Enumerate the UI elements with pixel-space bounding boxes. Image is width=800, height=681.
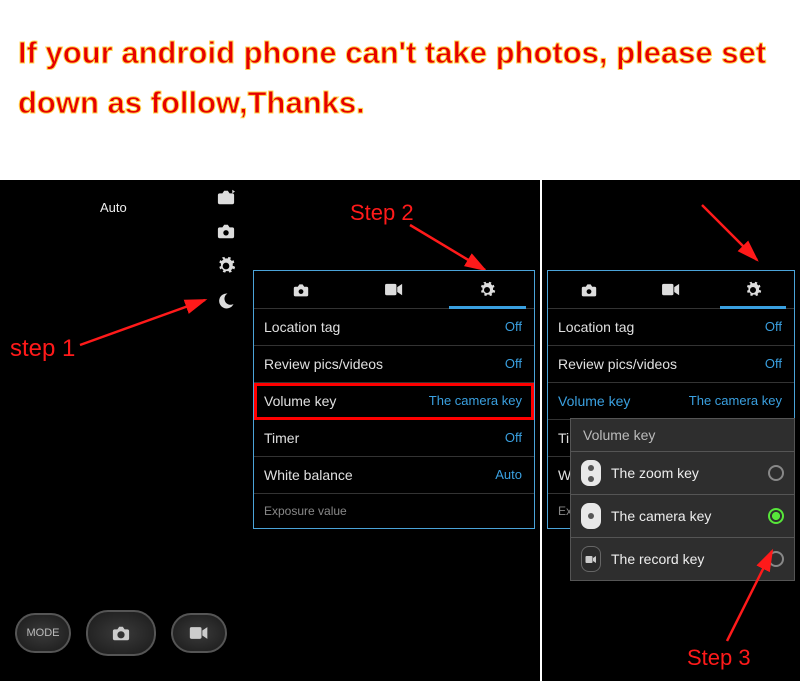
tab-video[interactable] <box>630 271 712 308</box>
value: Off <box>765 319 782 335</box>
option-record-key[interactable]: The record key <box>571 537 794 580</box>
row-volume-key[interactable]: Volume key The camera key <box>254 383 534 420</box>
step2-label: Step 2 <box>350 200 414 226</box>
label: Volume key <box>264 393 336 409</box>
option-zoom-key[interactable]: The zoom key <box>571 451 794 494</box>
tab-camera[interactable] <box>548 271 630 308</box>
step2b-arrow <box>697 200 777 270</box>
screens-container: Auto step 1 MODE Step 2 <box>0 180 800 681</box>
auto-mode-label: Auto <box>100 200 127 215</box>
row-review[interactable]: Review pics/videos Off <box>548 346 794 383</box>
row-white-balance[interactable]: White balance Auto <box>254 457 534 494</box>
popup-title: Volume key <box>571 419 794 451</box>
value: Off <box>505 356 522 372</box>
camera-side-icons <box>215 188 237 310</box>
tab-video[interactable] <box>347 271 440 308</box>
camera-key-icon <box>581 503 601 529</box>
row-review[interactable]: Review pics/videos Off <box>254 346 534 383</box>
label: White balance <box>264 467 353 483</box>
bottom-controls: MODE <box>15 610 227 656</box>
label: Timer <box>264 430 299 446</box>
row-location-tag[interactable]: Location tag Off <box>548 309 794 346</box>
value: Auto <box>495 467 522 483</box>
label: Review pics/videos <box>264 356 383 372</box>
camera-tab-icon <box>579 282 599 298</box>
settings-tabs-right <box>548 271 794 309</box>
screen-step2: Step 2 Location tag Off Review pics/video… <box>265 180 540 681</box>
gear-tab-icon <box>478 281 496 299</box>
settings-tabs <box>254 271 534 309</box>
video-tab-icon <box>384 283 404 296</box>
gear-icon[interactable] <box>216 256 236 276</box>
row-exposure[interactable]: Exposure value <box>254 494 534 528</box>
tab-settings[interactable] <box>441 271 534 308</box>
video-tab-icon <box>661 283 681 296</box>
label: Volume key <box>558 393 630 409</box>
camera-icon <box>110 624 132 642</box>
switch-camera-icon[interactable] <box>215 188 237 206</box>
gear-tab-icon <box>744 281 762 299</box>
option-label: The record key <box>611 551 704 567</box>
zoom-key-icon <box>581 460 601 486</box>
step1-arrow <box>75 295 215 355</box>
row-timer[interactable]: Timer Off <box>254 420 534 457</box>
label: Location tag <box>264 319 340 335</box>
label: Exposure value <box>264 504 347 518</box>
radio-unchecked <box>768 465 784 481</box>
label: Review pics/videos <box>558 356 677 372</box>
record-key-icon <box>581 546 601 572</box>
row-location-tag[interactable]: Location tag Off <box>254 309 534 346</box>
step1-label: step 1 <box>10 335 75 363</box>
radio-checked <box>768 508 784 524</box>
video-icon <box>189 626 209 640</box>
option-camera-key[interactable]: The camera key <box>571 494 794 537</box>
step3-label: Step 3 <box>687 645 751 671</box>
video-button[interactable] <box>171 613 227 653</box>
tab-settings[interactable] <box>712 271 794 308</box>
radio-unchecked <box>768 551 784 567</box>
screen-step3: Location tag Off Review pics/videos Off Vo… <box>540 180 800 681</box>
option-label: The zoom key <box>611 465 699 481</box>
value: The camera key <box>689 393 782 409</box>
instruction-text: If your android phone can't take photos,… <box>0 0 800 127</box>
value: Off <box>505 319 522 335</box>
volume-key-popup: Volume key The zoom key The camera key T… <box>570 418 795 581</box>
mode-button[interactable]: MODE <box>15 613 71 653</box>
value: Off <box>765 356 782 372</box>
label: Location tag <box>558 319 634 335</box>
settings-panel-mid: Location tag Off Review pics/videos Off Vo… <box>253 270 535 529</box>
row-volume-key[interactable]: Volume key The camera key <box>548 383 794 420</box>
value: Off <box>505 430 522 446</box>
shutter-button[interactable] <box>86 610 156 656</box>
option-label: The camera key <box>611 508 711 524</box>
screen-step1: Auto step 1 MODE <box>0 180 265 681</box>
value: The camera key <box>429 393 522 409</box>
night-icon[interactable] <box>217 292 235 310</box>
camera-tab-icon <box>291 282 311 298</box>
tab-camera[interactable] <box>254 271 347 308</box>
camera-small-icon[interactable] <box>215 222 237 240</box>
